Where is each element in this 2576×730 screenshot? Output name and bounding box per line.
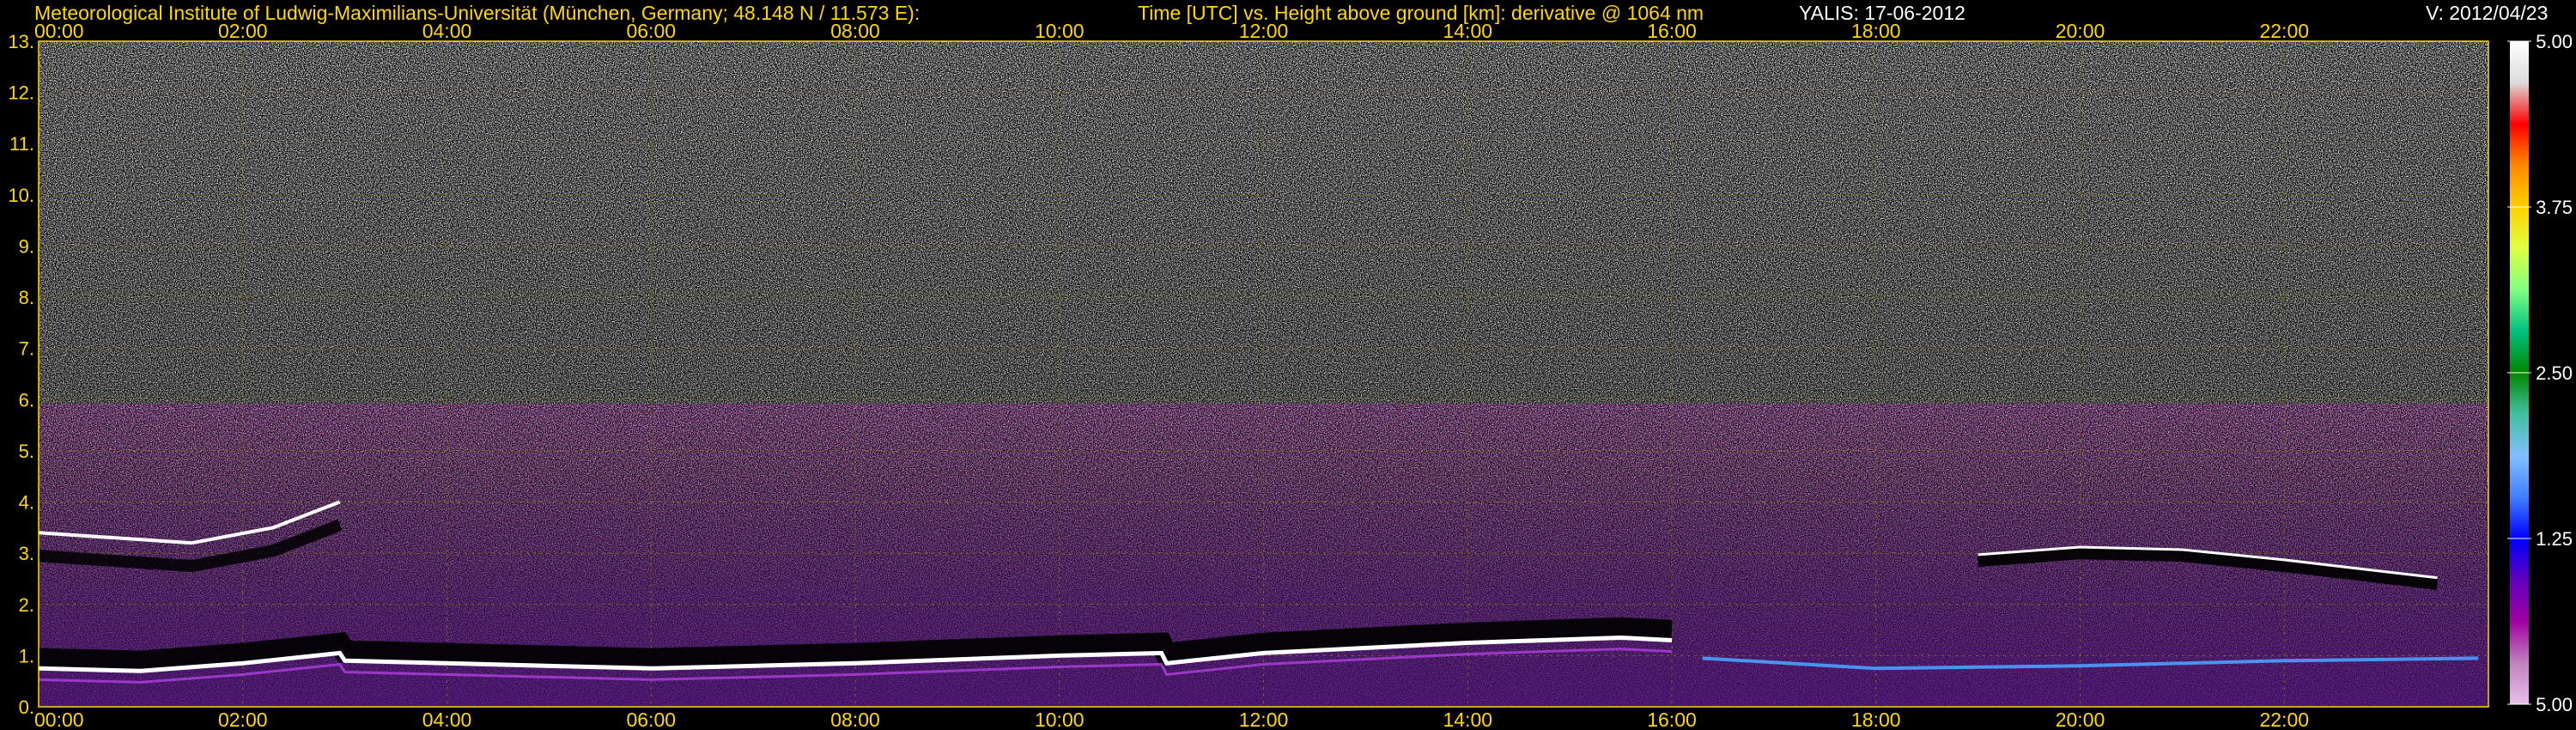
x-tick-label-bottom: 08:00	[830, 709, 880, 730]
y-tick-label: 0.	[19, 697, 34, 718]
lidar-chart: 00:00 00:00 02:00 02:00 04:00 04:00 06:00 06:00…	[8, 20, 2573, 730]
y-tick-label: 11.	[9, 133, 34, 155]
y-tick-label: 3.	[19, 543, 34, 564]
y-tick-label: 1.	[19, 645, 34, 666]
y-tick-label: 13.	[8, 31, 34, 52]
aerosol-haze	[39, 471, 2488, 707]
y-tick-label: 8.	[19, 287, 34, 308]
x-tick-label-bottom: 16:00	[1647, 709, 1697, 730]
colorbar-label: 5.00	[2536, 694, 2573, 715]
y-tick-label: 6.	[19, 389, 34, 411]
y-tick-label: 10.	[8, 185, 34, 206]
x-tick-label-bottom: 14:00	[1443, 709, 1492, 730]
x-tick-label-top: 02:00	[218, 20, 268, 42]
x-tick-label-top: 20:00	[2056, 20, 2105, 42]
x-tick-label-bottom: 20:00	[2056, 709, 2105, 730]
x-tick-label-bottom: 22:00	[2259, 709, 2309, 730]
x-tick-label-top: 08:00	[830, 20, 880, 42]
x-tick-label-bottom: 12:00	[1239, 709, 1289, 730]
x-tick-label-bottom: 10:00	[1035, 709, 1084, 730]
x-tick-label-top: 10:00	[1035, 20, 1084, 42]
x-tick-label-bottom: 00:00	[34, 709, 84, 730]
x-tick-label-bottom: 02:00	[218, 709, 268, 730]
x-tick-label-top: 06:00	[626, 20, 676, 42]
x-tick-label-bottom: 18:00	[1851, 709, 1901, 730]
x-tick-label-top: 18:00	[1851, 20, 1901, 42]
y-tick-label: 5.	[19, 441, 34, 462]
colorbar-label: 1.25	[2536, 528, 2573, 550]
y-tick-label: 9.	[19, 235, 34, 257]
x-tick-label-top: 12:00	[1239, 20, 1289, 42]
colorbar-label: 3.75	[2536, 197, 2573, 218]
y-tick-label: 12.	[8, 82, 34, 104]
x-tick-label-bottom: 06:00	[626, 709, 676, 730]
x-tick-label-top: 14:00	[1443, 20, 1492, 42]
x-tick-label-top: 22:00	[2259, 20, 2309, 42]
x-tick-label-top: 16:00	[1647, 20, 1697, 42]
x-tick-label-bottom: 04:00	[422, 709, 472, 730]
colorbar-label: 2.50	[2536, 362, 2573, 384]
y-tick-label: 2.	[19, 594, 34, 616]
plot-area	[38, 40, 2489, 708]
x-tick-label-top: 00:00	[34, 20, 84, 42]
y-tick-label: 4.	[19, 492, 34, 514]
y-tick-label: 7.	[19, 338, 34, 360]
x-tick-label-top: 04:00	[422, 20, 472, 42]
colorbar-label: 5.00	[2536, 31, 2573, 52]
y-axis: 0. 1. 2. 3. 4. 5. 6. 7. 8. 9. 10. 11. 12. 13.	[8, 31, 34, 718]
colorbar: 5.00 3.75 2.50 1.25 5.00	[2507, 31, 2573, 715]
